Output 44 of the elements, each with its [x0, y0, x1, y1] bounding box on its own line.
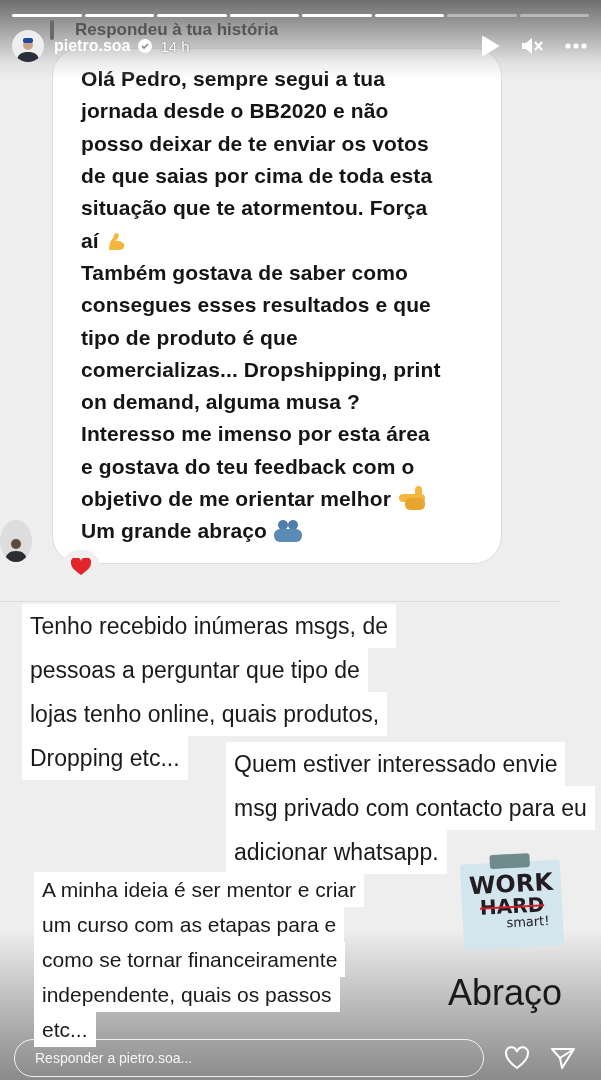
tape-piece — [489, 853, 531, 870]
play-icon[interactable] — [481, 36, 499, 56]
message-text: objetivo de me orientar melhor — [81, 487, 391, 511]
caption-text: um curso com as etapas para e — [34, 907, 345, 942]
quote-bar — [50, 20, 54, 40]
message-text: on demand, alguma musa ? — [81, 390, 360, 415]
message-text: Um grande abraço — [81, 519, 267, 544]
caption-text: pessoas a perguntar que tipo de — [22, 648, 368, 692]
hug-icon — [273, 519, 303, 544]
send-icon[interactable] — [550, 1046, 576, 1070]
caption-text: etc... — [34, 1012, 96, 1047]
reply-label: Respondeu à tua história — [75, 20, 279, 39]
message-text: aí — [81, 228, 99, 253]
caption-text: como se tornar financeiramente — [34, 942, 346, 977]
caption-text: Quem estiver interessado envie — [226, 742, 566, 786]
more-icon[interactable] — [565, 43, 587, 49]
message-text: situação que te atormentou. Força — [81, 196, 428, 221]
person-icon — [15, 36, 41, 62]
mute-icon[interactable] — [521, 36, 543, 56]
caption-text: lojas tenho online, quais produtos, — [22, 692, 388, 736]
message-text: comercializas... Dropshipping, print — [81, 357, 441, 382]
message-text: posso deixar de te enviar os votos — [81, 131, 429, 156]
message-text: de que saias por cima de toda esta — [81, 164, 433, 189]
message-text: Olá Pedro, sempre segui a tua — [81, 67, 385, 92]
caption-text: msg privado com contacto para eu — [226, 786, 595, 830]
username[interactable]: pietro.soa — [54, 37, 131, 55]
reply-field[interactable]: Responder a pietro.soa... — [14, 1039, 484, 1077]
sticker-text: smart! — [506, 914, 550, 930]
caption-text: adicionar whatsapp. — [226, 830, 447, 874]
message-text: Interesso me imenso por esta área — [81, 422, 430, 447]
message-text: Também gostava de saber como — [81, 260, 408, 285]
caption-text: Dropping etc... — [22, 736, 188, 780]
message-text: jornada desde o BB2020 e não — [81, 99, 389, 124]
heart-icon — [71, 558, 91, 576]
profile-avatar[interactable] — [12, 30, 44, 62]
caption-text: independente, quais os passos — [34, 977, 340, 1012]
message-text: tipo de produto é que — [81, 325, 298, 350]
caption-text: A minha ideia é ser mentor e criar — [34, 872, 364, 907]
closing-text: Abraço — [448, 972, 563, 1014]
message-text: consegues esses resultados e que — [81, 293, 431, 318]
post-time: 14 h — [160, 37, 190, 55]
message-text: e gostava do teu feedback com o — [81, 454, 415, 479]
heart-icon[interactable] — [504, 1046, 530, 1070]
caption-text: Tenho recebido inúmeras msgs, de — [22, 604, 396, 648]
